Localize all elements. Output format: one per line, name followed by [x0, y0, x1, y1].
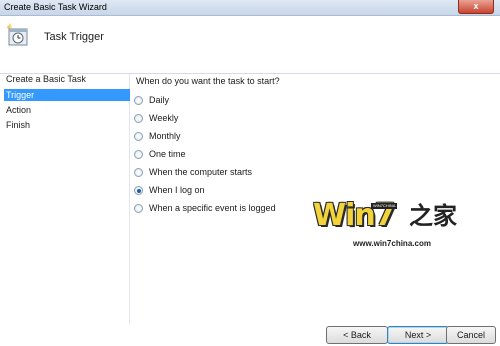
watermark-url: www.win7china.com	[353, 239, 431, 248]
close-button[interactable]: x	[458, 0, 494, 14]
option-label-monthly[interactable]: Monthly	[149, 131, 181, 141]
watermark-cn: 之家	[409, 203, 457, 230]
next-button[interactable]: Next >	[387, 326, 449, 344]
back-button[interactable]: < Back	[326, 326, 388, 344]
option-event-logged[interactable]: When a specific event is logged	[134, 202, 276, 214]
page-title: Task Trigger	[44, 31, 104, 43]
step-action[interactable]: Action	[6, 105, 31, 115]
radio-one-time[interactable]	[134, 149, 143, 159]
option-label-one-time[interactable]: One time	[149, 149, 186, 159]
radio-event-logged[interactable]	[134, 203, 143, 213]
step-trigger[interactable]: Trigger	[4, 89, 130, 101]
option-one-time[interactable]: One time	[134, 148, 186, 160]
option-label-weekly[interactable]: Weekly	[149, 113, 178, 123]
option-label-daily[interactable]: Daily	[149, 95, 169, 105]
radio-daily[interactable]	[134, 95, 143, 105]
step-finish[interactable]: Finish	[6, 120, 30, 130]
option-label-computer-starts[interactable]: When the computer starts	[149, 167, 252, 177]
wizard-steps: Create a Basic Task Trigger Action Finis…	[0, 74, 130, 346]
radio-computer-starts[interactable]	[134, 167, 143, 177]
option-computer-starts[interactable]: When the computer starts	[134, 166, 252, 178]
radio-monthly[interactable]	[134, 131, 143, 141]
option-label-log-on[interactable]: When I log on	[149, 185, 205, 195]
wizard-header: Task Trigger	[0, 17, 500, 73]
watermark-tag: WIN7CHINA	[371, 203, 398, 209]
option-daily[interactable]: Daily	[134, 94, 169, 106]
radio-weekly[interactable]	[134, 113, 143, 123]
watermark-logo: Win7 WIN7CHINA 之家 www.win7china.com	[313, 199, 463, 255]
step-create-basic-task[interactable]: Create a Basic Task	[6, 74, 86, 84]
close-icon[interactable]: x	[473, 1, 478, 11]
task-clock-icon	[7, 23, 28, 46]
title-bar: Create Basic Task Wizard x	[0, 0, 500, 16]
window-title: Create Basic Task Wizard	[4, 2, 107, 12]
cancel-button[interactable]: Cancel	[446, 326, 496, 344]
option-label-event-logged[interactable]: When a specific event is logged	[149, 203, 276, 213]
wizard-footer: < Back Next > Cancel	[0, 324, 500, 346]
option-monthly[interactable]: Monthly	[134, 130, 181, 142]
option-weekly[interactable]: Weekly	[134, 112, 178, 124]
trigger-question: When do you want the task to start?	[136, 76, 280, 86]
radio-log-on[interactable]	[134, 185, 143, 195]
option-log-on[interactable]: When I log on	[134, 184, 205, 196]
